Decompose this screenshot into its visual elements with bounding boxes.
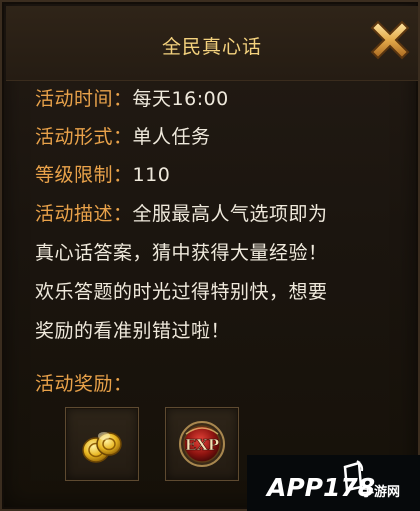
description-line-3: 欢乐答题的时光过得特别快，想要 bbox=[35, 281, 328, 303]
activity-dialog: 全民真心话 活动时间：每天16:00 活动形式：单人任务 等级限制：110 活动… bbox=[0, 0, 420, 511]
level-value: 110 bbox=[132, 164, 171, 186]
description-line-2: 真心话答案，猜中获得大量经验！ bbox=[35, 242, 328, 264]
form-row: 活动形式：单人任务 bbox=[35, 122, 211, 149]
close-button[interactable] bbox=[364, 14, 416, 66]
form-value: 单人任务 bbox=[132, 126, 211, 148]
description-line-1: 全服最高人气选项即为 bbox=[132, 203, 328, 225]
reward-slot-gold[interactable] bbox=[65, 407, 139, 481]
reward-slot-exp[interactable]: EXP bbox=[165, 407, 239, 481]
exp-orb-icon: EXP bbox=[179, 421, 225, 467]
description-row: 活动描述：全服最高人气选项即为 bbox=[35, 199, 328, 226]
watermark-sub: 手游网 bbox=[361, 485, 401, 500]
description-label: 活动描述： bbox=[35, 203, 133, 225]
close-x-icon bbox=[370, 20, 410, 60]
time-label: 活动时间： bbox=[35, 88, 133, 110]
level-label: 等级限制： bbox=[35, 164, 133, 186]
level-row: 等级限制：110 bbox=[35, 160, 170, 187]
dialog-title: 全民真心话 bbox=[161, 36, 262, 58]
time-row: 活动时间：每天16:00 bbox=[35, 84, 229, 111]
watermark-text: APP178 bbox=[267, 473, 376, 502]
exp-text: EXP bbox=[185, 436, 219, 454]
rewards-label: 活动奖励： bbox=[35, 373, 133, 395]
form-label: 活动形式： bbox=[35, 126, 133, 148]
description-line-4: 奖励的看准别错过啦！ bbox=[35, 320, 231, 342]
gold-coins-icon bbox=[82, 432, 122, 463]
app178-watermark: APP178 手游网 bbox=[247, 455, 420, 511]
time-value: 每天16:00 bbox=[132, 88, 229, 110]
